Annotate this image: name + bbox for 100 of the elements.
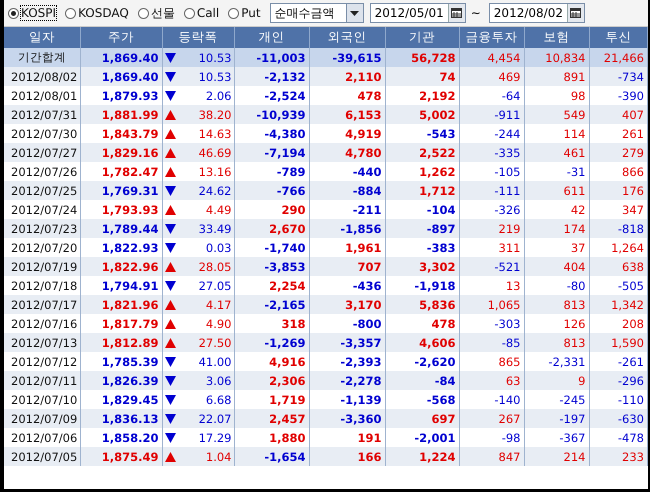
date-cell: 2012/07/09 [4, 409, 80, 428]
value-cell: 21,466 [589, 48, 648, 67]
calendar-icon [451, 8, 462, 18]
date-cell: 기간합계 [4, 48, 80, 67]
value-cell: 4,454 [459, 48, 524, 67]
value-cell: -3,357 [309, 333, 385, 352]
price-cell: 1,836.13 [80, 409, 162, 428]
market-radio[interactable]: Put [226, 5, 265, 21]
value-cell: -521 [459, 257, 524, 276]
radio-icon [138, 8, 149, 18]
value-cell: 2,306 [234, 371, 309, 390]
price-cell: 1,789.44 [80, 219, 162, 238]
date-cell: 2012/07/25 [4, 181, 80, 200]
value-cell: -197 [524, 409, 589, 428]
change-value: 3.06 [206, 374, 232, 388]
price-cell: 1,869.40 [80, 67, 162, 86]
value-cell: 2,670 [234, 219, 309, 238]
change-value: 4.90 [206, 316, 232, 330]
value-cell: 3,170 [309, 295, 385, 314]
date-cell: 2012/07/11 [4, 371, 80, 390]
caret-icon [350, 10, 360, 16]
column-header[interactable]: 보험 [524, 27, 589, 48]
column-header[interactable]: 외국인 [309, 27, 385, 48]
value-cell: 74 [385, 67, 459, 86]
change-value: 24.62 [198, 184, 232, 198]
value-cell: -630 [589, 409, 648, 428]
change-value: 13.16 [198, 164, 232, 178]
price-cell: 1,812.89 [80, 333, 162, 352]
column-header[interactable]: 금융투자 [459, 27, 524, 48]
value-cell: 847 [459, 447, 524, 466]
column-header[interactable]: 일자 [4, 27, 80, 48]
change-value: 4.17 [206, 298, 232, 312]
price-cell: 1,829.16 [80, 143, 162, 162]
value-cell: 63 [459, 371, 524, 390]
range-separator: ~ [470, 6, 481, 20]
value-cell: -1,856 [309, 219, 385, 238]
value-cell: 1,342 [589, 295, 648, 314]
metric-dropdown[interactable]: 순매수금액 [270, 3, 364, 23]
value-cell: 1,590 [589, 333, 648, 352]
change-value: 17.29 [198, 430, 232, 444]
price-cell: 1,881.99 [80, 105, 162, 124]
column-header[interactable]: 개인 [234, 27, 309, 48]
value-cell: -85 [459, 333, 524, 352]
value-cell: 2,457 [234, 409, 309, 428]
value-cell: 1,712 [385, 181, 459, 200]
value-cell: 1,224 [385, 447, 459, 466]
value-cell: 891 [524, 67, 589, 86]
change-value: 22.07 [198, 412, 232, 426]
column-header[interactable]: 투신 [589, 27, 648, 48]
value-cell: 219 [459, 219, 524, 238]
market-radio[interactable]: KOSDAQ [63, 5, 133, 21]
change-value: 41.00 [198, 354, 232, 368]
change-value: 0.03 [206, 240, 232, 254]
radio-icon [184, 8, 195, 18]
date-cell: 2012/08/02 [4, 67, 80, 86]
value-cell: -111 [459, 181, 524, 200]
value-cell: 1,065 [459, 295, 524, 314]
date-field[interactable]: 2012/08/02 [488, 3, 585, 23]
change-value: 27.05 [198, 278, 232, 292]
change-value: 10.53 [198, 50, 232, 64]
date-cell: 2012/07/13 [4, 333, 80, 352]
value-cell: -766 [234, 181, 309, 200]
change-value: 6.68 [206, 392, 232, 406]
value-cell: 5,836 [385, 295, 459, 314]
value-cell: 6,153 [309, 105, 385, 124]
price-cell: 1,822.96 [80, 257, 162, 276]
price-cell: 1,821.96 [80, 295, 162, 314]
market-radio[interactable]: 선물 [136, 4, 179, 22]
value-cell: 267 [459, 409, 524, 428]
value-cell: -7,194 [234, 143, 309, 162]
value-cell: 3,302 [385, 257, 459, 276]
column-header[interactable]: 등락폭 [162, 27, 234, 48]
date-cell: 2012/07/23 [4, 219, 80, 238]
value-cell: -84 [385, 371, 459, 390]
value-cell: 214 [524, 447, 589, 466]
market-radio[interactable]: KOSPI [6, 5, 60, 21]
value-cell: 5,002 [385, 105, 459, 124]
value-cell: -818 [589, 219, 648, 238]
value-cell: 279 [589, 143, 648, 162]
value-cell: 56,728 [385, 48, 459, 67]
value-cell: -10,939 [234, 105, 309, 124]
value-cell: -2,165 [234, 295, 309, 314]
value-cell: 707 [309, 257, 385, 276]
value-cell: -11,003 [234, 48, 309, 67]
date-field[interactable]: 2012/05/01 [370, 3, 466, 23]
value-cell: 697 [385, 409, 459, 428]
value-cell: 404 [524, 257, 589, 276]
market-radio[interactable]: Call [182, 5, 224, 21]
value-cell: -3,360 [309, 409, 385, 428]
value-cell: 2,522 [385, 143, 459, 162]
value-cell: -1,654 [234, 447, 309, 466]
column-header[interactable]: 기관 [385, 27, 459, 48]
date-cell: 2012/07/05 [4, 447, 80, 466]
price-cell: 1,869.40 [80, 48, 162, 67]
column-header[interactable]: 주가 [80, 27, 162, 48]
value-cell: -39,615 [309, 48, 385, 67]
radio-icon [8, 8, 19, 18]
value-cell: 611 [524, 181, 589, 200]
value-cell: 813 [524, 295, 589, 314]
value-cell: -1,269 [234, 333, 309, 352]
